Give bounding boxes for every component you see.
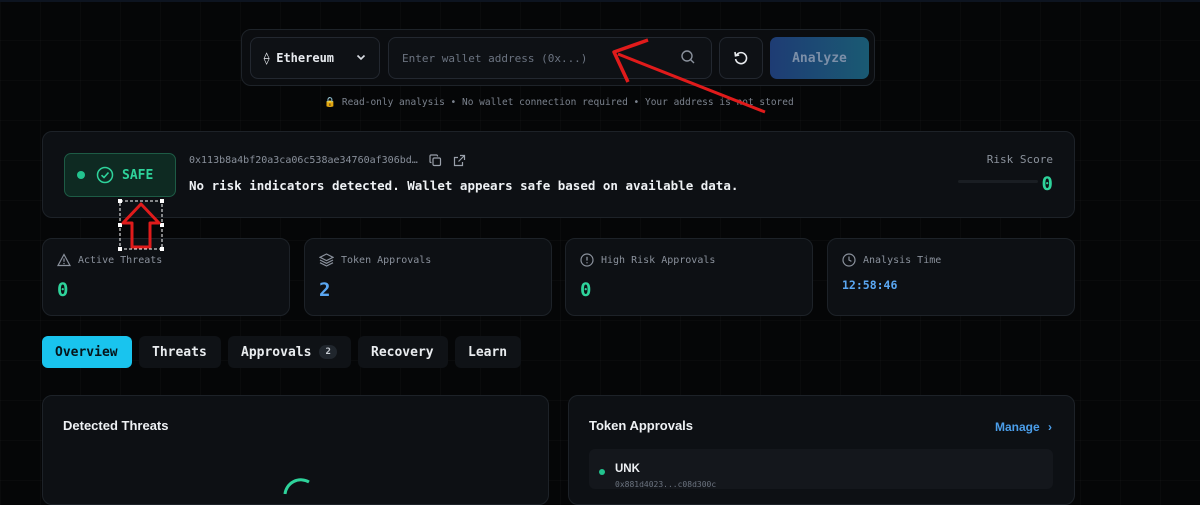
alert-circle-icon (580, 253, 594, 267)
panel-title: Token Approvals (589, 418, 694, 433)
wallet-status-card: SAFE 0x113b8a4bf20a3ca06c538ae34760af306… (42, 131, 1075, 218)
layers-icon (319, 253, 334, 267)
lock-icon: 🔒 (324, 97, 337, 108)
ethereum-icon: ⟠ (263, 51, 271, 65)
tab-threats[interactable]: Threats (139, 336, 221, 368)
risk-score-value: 0 (1041, 173, 1053, 195)
chain-selector[interactable]: ⟠ Ethereum (250, 37, 380, 79)
stat-token-approvals: Token Approvals 2 (304, 238, 552, 316)
top-accent-line (0, 0, 1200, 2)
stat-label: Active Threats (78, 254, 163, 266)
token-symbol: UNK (615, 463, 640, 475)
privacy-note: 🔒 Read-only analysis • No wallet connect… (324, 97, 794, 108)
status-label: SAFE (122, 167, 154, 183)
stat-value: 12:58:46 (842, 278, 898, 292)
manage-link[interactable]: Manage › (995, 420, 1052, 434)
status-dot (77, 171, 85, 179)
chain-label: Ethereum (276, 51, 335, 65)
tab-overview[interactable]: Overview (42, 336, 132, 368)
stat-label: Token Approvals (341, 254, 432, 266)
chevron-down-icon (355, 51, 367, 66)
risk-score-bar (958, 180, 1038, 183)
check-circle-icon (96, 166, 114, 184)
stat-active-threats: Active Threats 0 (42, 238, 290, 316)
panel-title: Detected Threats (63, 418, 169, 433)
stat-value: 2 (319, 279, 331, 301)
reset-button[interactable] (719, 37, 763, 79)
detected-threats-panel: Detected Threats (42, 395, 549, 505)
shield-check-icon (283, 478, 310, 495)
status-dot (599, 469, 605, 475)
risk-score-label: Risk Score (986, 153, 1053, 166)
search-icon[interactable] (680, 49, 698, 67)
stat-value: 0 (580, 279, 592, 301)
wallet-address-line: 0x113b8a4bf20a3ca06c538ae34760af306bd… (189, 154, 466, 167)
token-approvals-panel: Token Approvals Manage › UNK 0x881d4023.… (568, 395, 1075, 505)
tab-approvals[interactable]: Approvals 2 (228, 336, 351, 368)
refresh-icon (734, 51, 748, 65)
stat-label: High Risk Approvals (601, 254, 716, 266)
stat-label: Analysis Time (863, 254, 942, 266)
clock-icon (842, 253, 856, 267)
tab-recovery[interactable]: Recovery (358, 336, 448, 368)
search-bar: ⟠ Ethereum Analyze (241, 29, 875, 86)
wallet-address-input[interactable] (388, 37, 712, 79)
token-address: 0x881d4023...c08d300c (615, 480, 717, 489)
stat-value: 0 (57, 279, 69, 301)
tab-learn[interactable]: Learn (455, 336, 521, 368)
chevron-right-icon: › (1048, 420, 1052, 434)
warning-icon (57, 253, 71, 267)
wallet-address: 0x113b8a4bf20a3ca06c538ae34760af306bd… (189, 155, 418, 166)
approval-row[interactable]: UNK 0x881d4023...c08d300c (589, 449, 1053, 489)
external-link-icon[interactable] (453, 154, 466, 167)
analyze-button[interactable]: Analyze (770, 37, 869, 79)
copy-icon[interactable] (429, 154, 442, 167)
stat-high-risk-approvals: High Risk Approvals 0 (565, 238, 813, 316)
safe-status-badge: SAFE (64, 153, 176, 197)
approvals-count-badge: 2 (319, 345, 337, 359)
stat-analysis-time: Analysis Time 12:58:46 (827, 238, 1075, 316)
status-message: No risk indicators detected. Wallet appe… (189, 178, 739, 193)
